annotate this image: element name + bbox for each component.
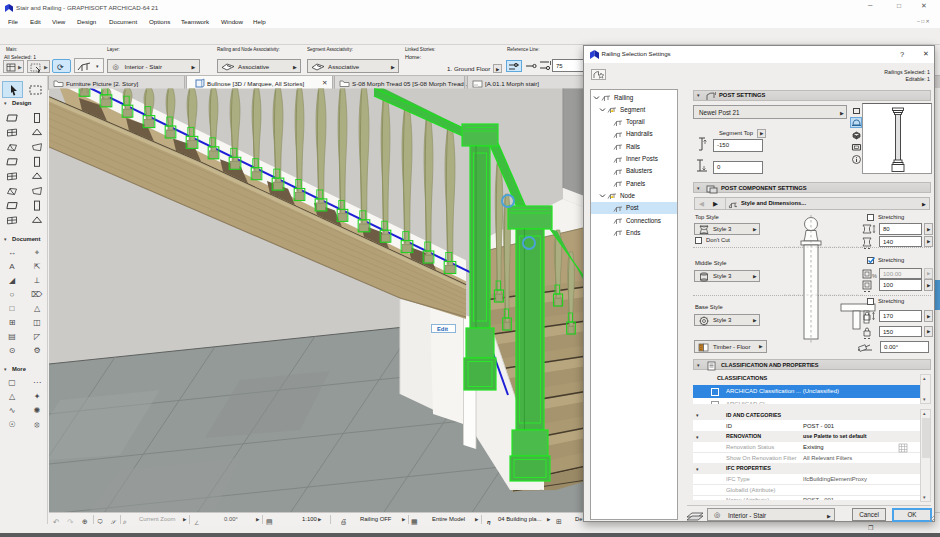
svg-text:%: % bbox=[872, 273, 877, 279]
